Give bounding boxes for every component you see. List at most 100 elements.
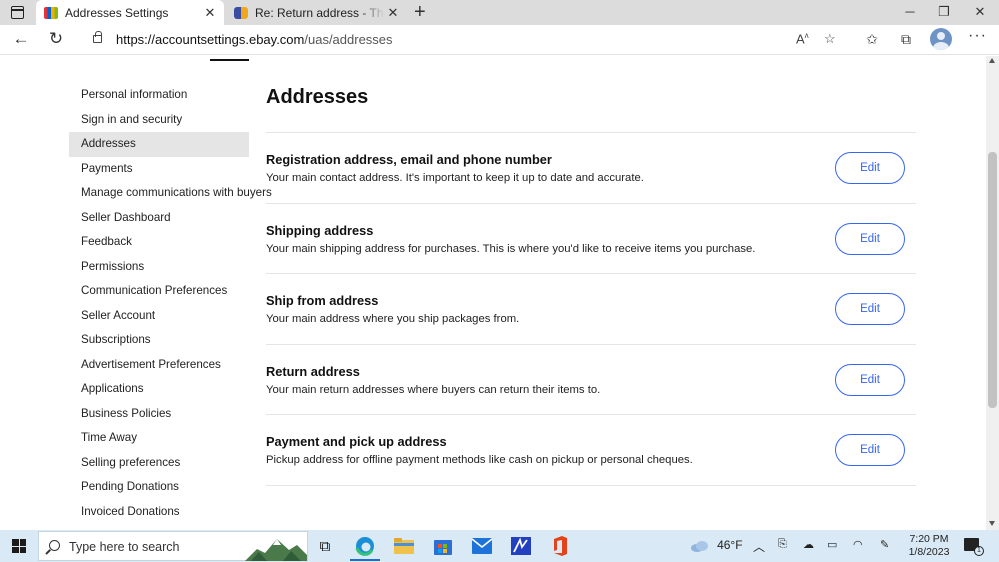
sidebar-item-communication-preferences[interactable]: Communication Preferences [69,279,249,304]
minimize-icon[interactable]: ─ [900,4,920,19]
search-highlight-mountain-icon [245,539,307,561]
mail-icon[interactable] [471,535,493,557]
active-tab-indicator [210,59,249,61]
active-app-indicator [350,559,380,561]
sidebar-item-personal-information[interactable]: Personal information [69,83,249,108]
addresses-main: Addresses Registration address, email an… [266,86,916,486]
section-title: Return address [266,363,360,379]
sidebar-item-addresses[interactable]: Addresses [69,132,249,157]
section-description: Your main address where you ship package… [266,313,520,325]
tab-return-address[interactable]: Re: Return address - The eBay Co ✕ [226,0,407,25]
scroll-down-icon[interactable] [989,521,995,526]
notification-count-badge: 1 [974,546,984,556]
onedrive-cloud-icon[interactable]: ☁ [803,538,814,551]
page-title: Addresses [266,86,369,108]
task-view-icon[interactable]: ⧉ [314,535,336,557]
favorites-icon[interactable]: ✩ [861,29,883,49]
close-window-icon[interactable]: ✕ [970,4,990,20]
sidebar-item-advertisement-preferences[interactable]: Advertisement Preferences [69,353,249,378]
address-bar[interactable]: https://accountsettings.ebay.com/uas/add… [84,28,851,52]
more-options-icon[interactable]: ··· [968,27,987,45]
browser-toolbar: ← ↻ https://accountsettings.ebay.com/uas… [0,25,999,55]
address-section-shipping: Shipping address Your main shipping addr… [266,202,916,274]
community-favicon-icon [234,6,248,19]
sidebar-item-subscriptions[interactable]: Subscriptions [69,328,249,353]
sidebar-item-invoiced-donations[interactable]: Invoiced Donations [69,500,249,525]
sidebar-item-pending-donations[interactable]: Pending Donations [69,475,249,500]
new-tab-icon[interactable]: + [414,2,426,22]
page-content: Personal information Sign in and securit… [0,56,986,530]
back-icon[interactable]: ← [10,29,32,49]
tab-title: Re: Return address - The eBay Co [255,5,385,20]
section-title: Payment and pick up address [266,434,447,449]
close-tab-icon[interactable]: ✕ [202,5,218,21]
sidebar-item-selling-preferences[interactable]: Selling preferences [69,451,249,476]
taskbar-search-box[interactable]: Type here to search [38,531,308,561]
collections-icon[interactable]: ⧉ [895,29,917,49]
section-divider [266,484,916,486]
section-title: Ship from address [266,293,379,308]
lock-icon [93,31,102,43]
url-text[interactable]: https://accountsettings.ebay.com/uas/add… [116,32,393,47]
windows-taskbar: Type here to search ⧉ 46°F ︿ ⎘ ☁ ▭ ◠ ✎ 7… [0,530,999,562]
section-description: Your main shipping address for purchases… [266,242,756,255]
sidebar-item-sign-in-security[interactable]: Sign in and security [69,108,249,133]
section-description: Your main return addresses where buyers … [266,383,601,396]
pen-icon[interactable]: ✎ [880,538,889,551]
sidebar-item-applications[interactable]: Applications [69,377,249,402]
search-placeholder: Type here to search [69,540,180,554]
sidebar-item-time-away[interactable]: Time Away [69,426,249,451]
favorite-star-icon[interactable]: ☆ [824,31,836,47]
sidebar-item-seller-dashboard[interactable]: Seller Dashboard [69,206,249,231]
edit-shipping-address-button[interactable]: Edit [835,222,905,255]
file-explorer-icon[interactable] [393,535,415,557]
sidebar-item-feedback[interactable]: Feedback [69,230,249,255]
cloud-icon [691,541,708,553]
section-description: Pickup address for offline payment metho… [266,454,693,466]
edit-registration-address-button[interactable]: Edit [835,152,905,184]
section-title: Shipping address [266,222,374,238]
sidebar-item-permissions[interactable]: Permissions [69,255,249,280]
page-scrollbar[interactable] [986,56,999,530]
section-title: Registration address, email and phone nu… [266,152,552,167]
tab-addresses-settings[interactable]: Addresses Settings ✕ [36,0,224,25]
edit-payment-pickup-address-button[interactable]: Edit [835,434,905,466]
weather-widget[interactable]: 46°F [690,538,743,553]
section-description: Your main contact address. It's importan… [266,172,644,184]
tab-actions-icon[interactable] [11,6,24,19]
app-launcher-icon[interactable] [510,535,532,557]
edge-browser-icon[interactable] [354,535,376,557]
taskbar-clock[interactable]: 7:20 PM 1/8/2023 [898,533,960,559]
wifi-icon[interactable]: ◠ [853,538,863,551]
maximize-icon[interactable]: ❐ [934,4,954,20]
browser-tab-strip: Addresses Settings ✕ Re: Return address … [0,0,999,25]
office-icon[interactable] [549,535,571,557]
sidebar-item-manage-communications[interactable]: Manage communications with buyers [69,181,272,206]
refresh-icon[interactable]: ↻ [45,29,67,49]
read-aloud-icon[interactable]: Aʌ [796,31,809,46]
battery-icon[interactable]: ▭ [827,538,837,551]
scroll-thumb[interactable] [988,152,997,408]
microsoft-store-icon[interactable] [432,535,454,557]
profile-avatar[interactable] [930,28,952,50]
weather-temperature: 46°F [717,538,743,552]
search-icon [49,540,60,551]
sidebar-item-payments[interactable]: Payments [69,157,249,182]
edit-ship-from-address-button[interactable]: Edit [835,293,905,325]
meet-now-icon[interactable]: ⎘ [778,538,787,551]
url-domain: https://accountsettings.ebay.com [116,32,305,47]
show-hidden-icons-chevron-icon[interactable]: ︿ [753,538,765,555]
scroll-up-icon[interactable] [989,58,995,63]
clock-time: 7:20 PM [909,533,949,545]
sidebar-item-seller-account[interactable]: Seller Account [69,304,249,329]
tab-title: Addresses Settings [65,5,169,20]
sidebar-item-business-policies[interactable]: Business Policies [69,402,249,427]
clock-date: 1/8/2023 [908,546,950,558]
address-section-registration: Registration address, email and phone nu… [266,132,916,203]
address-section-payment-pickup: Payment and pick up address Pickup addre… [266,414,916,485]
url-path: /uas/addresses [304,32,393,47]
address-section-return: Return address Your main return addresse… [266,343,916,415]
edit-return-address-button[interactable]: Edit [835,363,905,396]
windows-start-icon[interactable] [12,539,26,553]
close-tab-icon[interactable]: ✕ [385,5,401,21]
